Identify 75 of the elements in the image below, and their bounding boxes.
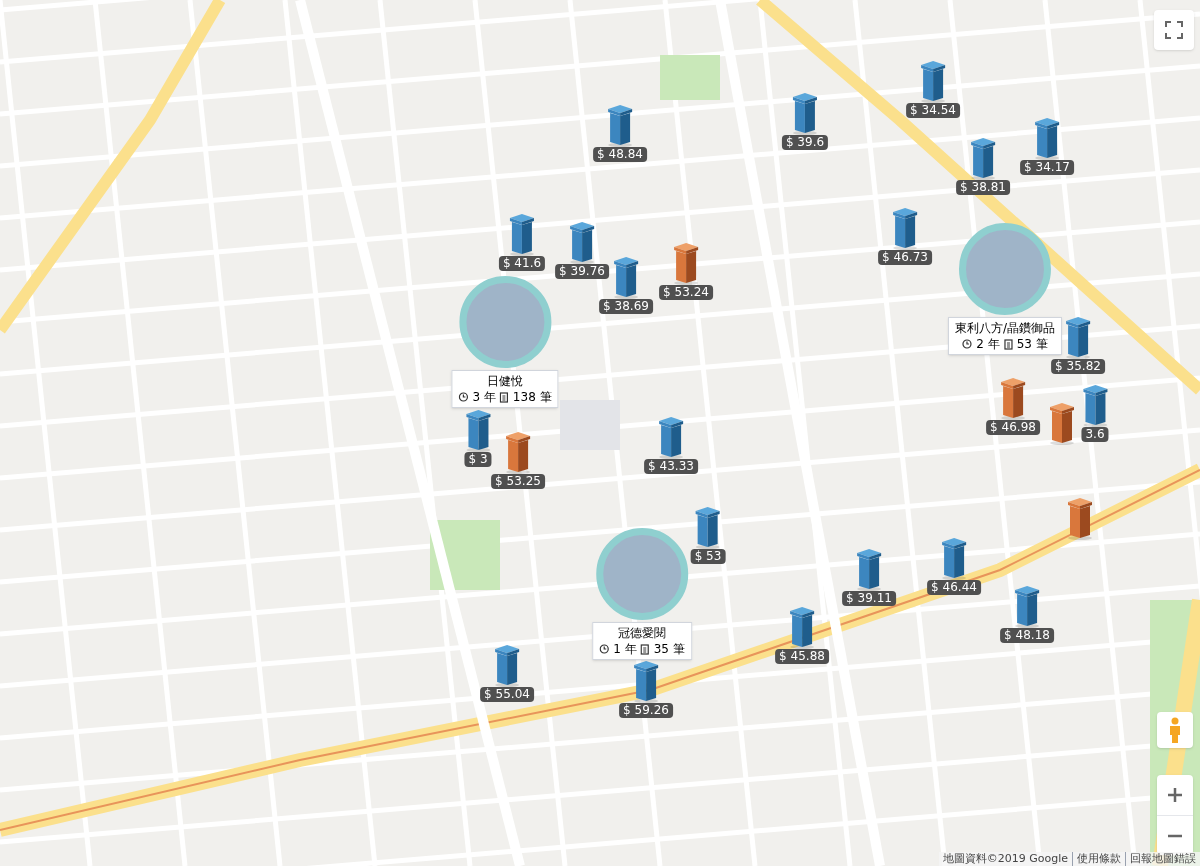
price-label[interactable]: $ 35.82	[1051, 359, 1105, 374]
price-label[interactable]: $ 34.54	[906, 103, 960, 118]
building-icon	[505, 430, 531, 474]
building-icon	[613, 255, 639, 299]
building-icon	[509, 212, 535, 256]
document-icon	[499, 391, 509, 403]
price-label[interactable]: $ 39.6	[781, 135, 829, 150]
building-icon	[1082, 383, 1108, 427]
price-label[interactable]: $ 46.44	[927, 580, 981, 595]
price-label[interactable]: $ 45.88	[775, 649, 829, 664]
building-icon	[1000, 376, 1026, 420]
count-text: 53 筆	[1016, 336, 1048, 352]
building-icon	[920, 59, 946, 103]
terms-link[interactable]: 使用條款	[1072, 852, 1121, 866]
price-label[interactable]: $ 3	[464, 452, 492, 467]
price-label[interactable]: $ 41.6	[498, 256, 546, 271]
building-icon	[607, 103, 633, 147]
building-icon	[789, 605, 815, 649]
price-label[interactable]: $ 48.84	[593, 147, 647, 162]
building-icon	[792, 91, 818, 135]
clock-icon	[599, 644, 610, 654]
price-label[interactable]: $ 53.25	[491, 474, 545, 489]
clock-icon	[962, 339, 973, 349]
price-label[interactable]: $ 34.17	[1020, 160, 1074, 175]
project-name: 日健悅	[487, 373, 523, 389]
building-icon	[941, 536, 967, 580]
building-icon	[1067, 496, 1093, 540]
building-icon	[1014, 584, 1040, 628]
plus-icon	[1167, 787, 1183, 803]
map-drawing[interactable]	[0, 0, 1200, 866]
clock-icon	[458, 392, 469, 402]
building-icon	[695, 505, 721, 549]
building-icon	[465, 408, 491, 452]
project-card[interactable]: 日健悅 3 年 138 筆	[451, 370, 559, 408]
price-label[interactable]: 3.6	[1081, 427, 1109, 442]
count-text: 35 筆	[653, 641, 685, 657]
building-icon	[892, 206, 918, 250]
price-label[interactable]: $ 55.04	[480, 687, 534, 702]
price-label[interactable]: $ 43.33	[644, 459, 698, 474]
building-icon	[569, 220, 595, 264]
fullscreen-icon	[1165, 21, 1183, 39]
fullscreen-button[interactable]	[1154, 10, 1194, 50]
minus-icon	[1167, 833, 1183, 838]
person-icon	[1168, 717, 1182, 743]
age-text: 3 年	[472, 389, 496, 405]
count-text: 138 筆	[512, 389, 552, 405]
map-attribution: 地圖資料©2019 Google	[942, 852, 1068, 866]
age-text: 1 年	[613, 641, 637, 657]
building-icon	[1034, 116, 1060, 160]
price-label[interactable]: $ 38.69	[599, 299, 653, 314]
building-icon	[633, 659, 659, 703]
building-icon	[673, 241, 699, 285]
price-label[interactable]: $ 39.11	[842, 591, 896, 606]
price-label[interactable]: $ 38.81	[956, 180, 1010, 195]
price-label[interactable]: $ 59.26	[619, 703, 673, 718]
project-name: 東利八方/晶鑽御品	[955, 320, 1055, 336]
building-icon	[658, 415, 684, 459]
project-card[interactable]: 冠德愛閱 1 年 35 筆	[592, 622, 692, 660]
project-name: 冠德愛閱	[618, 625, 666, 641]
project-card[interactable]: 東利八方/晶鑽御品 2 年 53 筆	[948, 317, 1062, 355]
document-icon	[1003, 338, 1013, 350]
price-label[interactable]: $ 46.98	[986, 420, 1040, 435]
price-label[interactable]: $ 48.18	[1000, 628, 1054, 643]
price-label[interactable]: $ 53	[690, 549, 726, 564]
price-label[interactable]: $ 46.73	[878, 250, 932, 265]
document-icon	[640, 643, 650, 655]
age-text: 2 年	[976, 336, 1000, 352]
building-icon	[970, 136, 996, 180]
building-icon	[494, 643, 520, 687]
building-icon	[1049, 401, 1075, 445]
report-link[interactable]: 回報地圖錯誤	[1125, 852, 1196, 866]
building-icon	[856, 547, 882, 591]
price-label[interactable]: $ 53.24	[659, 285, 713, 300]
price-label[interactable]: $ 39.76	[555, 264, 609, 279]
building-icon	[1065, 315, 1091, 359]
